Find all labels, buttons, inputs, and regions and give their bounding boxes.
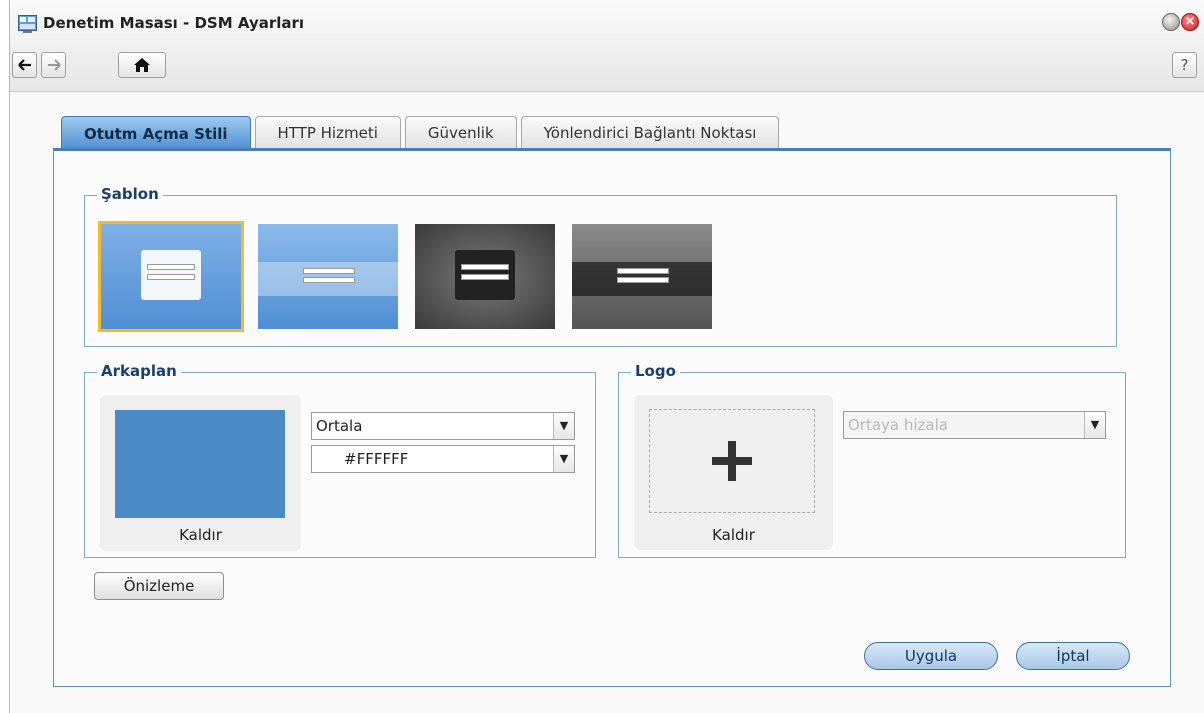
control-panel-icon [18, 15, 37, 33]
tab-panel: Şablon Arkaplan Kaldır Ortala ▼ #FFFFFF … [53, 148, 1171, 687]
minimize-button[interactable] [1162, 13, 1180, 31]
login-card-preview [141, 250, 201, 300]
background-group: Arkaplan Kaldır Ortala ▼ #FFFFFF ▼ [84, 362, 596, 558]
home-icon [134, 58, 150, 72]
template-thumb-dark-card[interactable] [415, 224, 555, 329]
arrow-right-icon [47, 59, 61, 71]
chevron-down-icon: ▼ [553, 446, 574, 472]
tab-bar: Otutm Açma Stili HTTP Hizmeti Güvenlik Y… [61, 116, 783, 150]
template-thumb-dark-band[interactable] [572, 224, 712, 329]
dsm-settings-window: Denetim Masası - DSM Ayarları × ? Otutm … [9, 0, 1204, 713]
help-button[interactable]: ? [1172, 52, 1197, 78]
background-position-value: Ortala [316, 417, 363, 435]
background-preview: Kaldır [100, 395, 301, 551]
logo-preview: Kaldır [634, 395, 833, 550]
background-color-select[interactable]: #FFFFFF ▼ [311, 445, 575, 473]
close-icon: × [1184, 14, 1196, 29]
back-button[interactable] [12, 52, 37, 78]
template-legend: Şablon [97, 185, 163, 203]
tab-security[interactable]: Güvenlik [404, 116, 517, 148]
chevron-down-icon: ▼ [1084, 412, 1105, 438]
template-thumb-light-band[interactable] [258, 224, 398, 329]
close-button[interactable]: × [1181, 13, 1199, 31]
arrow-left-icon [17, 59, 31, 71]
logo-group: Logo Kaldır Ortaya hizala ▼ [618, 362, 1126, 558]
tab-http-service[interactable]: HTTP Hizmeti [254, 116, 401, 148]
forward-button[interactable] [41, 52, 66, 78]
background-legend: Arkaplan [97, 362, 181, 380]
tab-router-port[interactable]: Yönlendirici Bağlantı Noktası [520, 116, 780, 148]
settings-content: Otutm Açma Stili HTTP Hizmeti Güvenlik Y… [53, 112, 1171, 687]
title-bar: Denetim Masası - DSM Ayarları × ? [10, 0, 1204, 92]
chevron-down-icon: ▼ [553, 413, 574, 439]
logo-upload-area[interactable] [649, 409, 815, 513]
logo-remove-link[interactable]: Kaldır [634, 526, 833, 544]
cancel-button[interactable]: İptal [1016, 642, 1130, 670]
plus-icon [712, 441, 752, 481]
preview-button[interactable]: Önizleme [94, 572, 224, 600]
apply-button[interactable]: Uygula [864, 642, 998, 670]
home-button[interactable] [118, 52, 166, 78]
logo-align-select[interactable]: Ortaya hizala ▼ [843, 411, 1106, 439]
template-group: Şablon [84, 185, 1117, 347]
background-position-select[interactable]: Ortala ▼ [311, 412, 575, 440]
tab-login-style[interactable]: Otutm Açma Stili [61, 116, 251, 150]
logo-legend: Logo [631, 362, 680, 380]
background-image-swatch[interactable] [115, 410, 285, 518]
background-remove-link[interactable]: Kaldır [100, 526, 301, 544]
background-color-value: #FFFFFF [344, 450, 409, 468]
logo-align-value: Ortaya hizala [848, 416, 948, 434]
template-thumb-light-card[interactable] [98, 221, 244, 332]
window-title: Denetim Masası - DSM Ayarları [43, 14, 305, 32]
